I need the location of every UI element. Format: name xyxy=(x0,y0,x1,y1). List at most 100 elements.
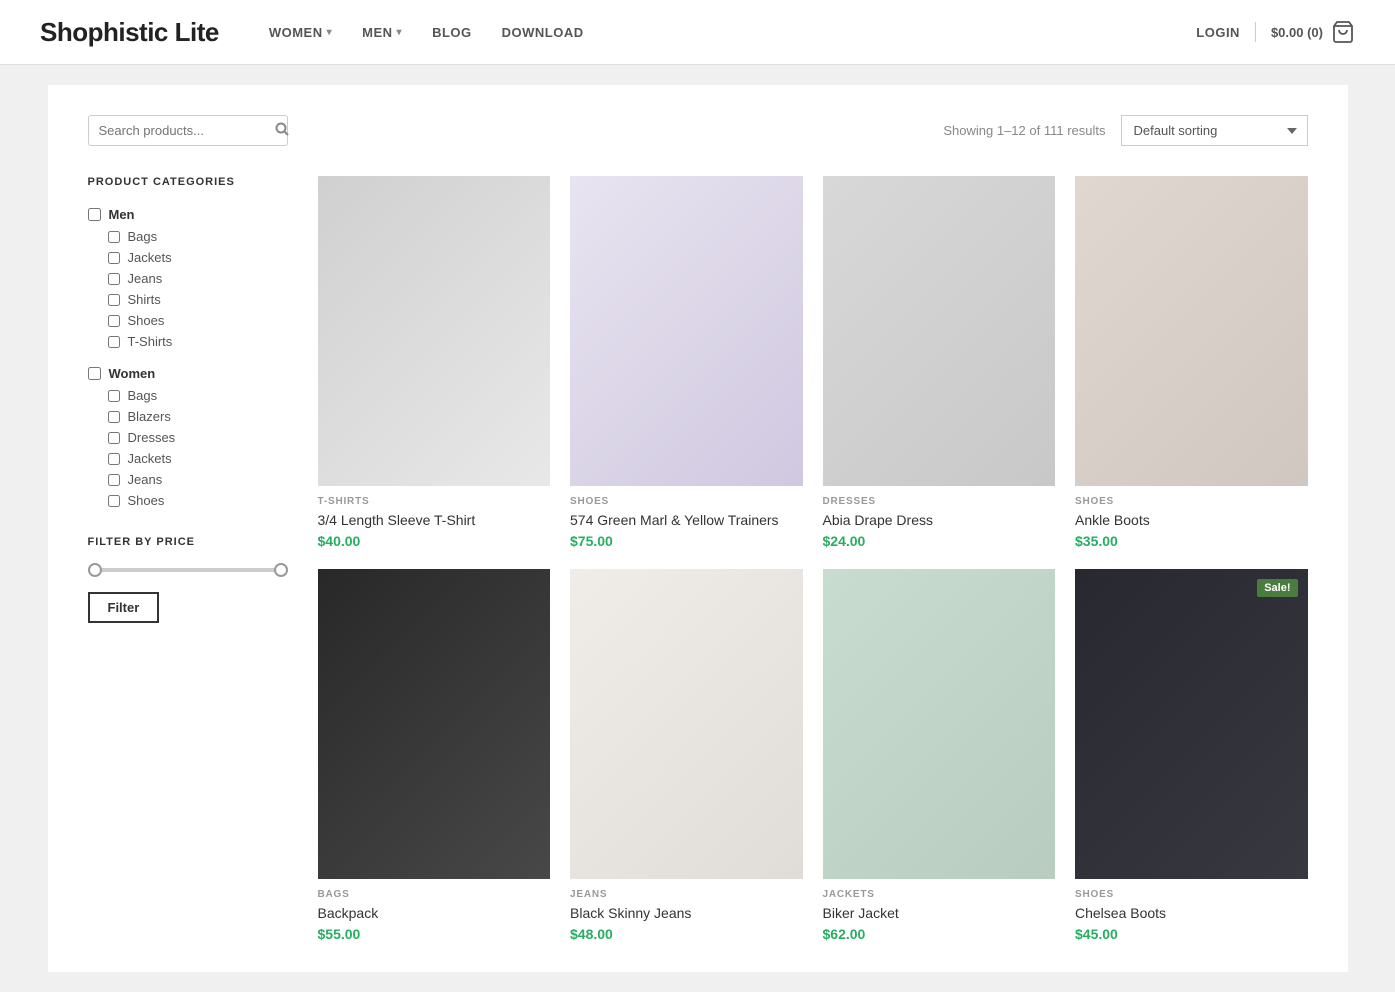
product-category: SHOES xyxy=(1075,889,1308,900)
price-slider-min-thumb[interactable] xyxy=(88,563,102,577)
product-image-placeholder xyxy=(1075,569,1308,879)
women-dropdown-arrow: ▾ xyxy=(327,27,333,38)
subcat-women-jeans-checkbox[interactable] xyxy=(108,474,120,486)
subcat-men-shirts-checkbox[interactable] xyxy=(108,294,120,306)
men-dropdown-arrow: ▾ xyxy=(397,27,403,38)
product-name: Backpack xyxy=(318,904,551,922)
price-slider-fill xyxy=(88,568,288,572)
product-card[interactable]: SHOES 574 Green Marl & Yellow Trainers $… xyxy=(570,176,803,549)
subcat-men-tshirts[interactable]: T-Shirts xyxy=(108,331,288,352)
site-logo[interactable]: Shophistic Lite xyxy=(40,17,219,48)
product-category: SHOES xyxy=(1075,496,1308,507)
subcat-women-blazers-checkbox[interactable] xyxy=(108,411,120,423)
sort-wrapper: Showing 1–12 of 111 results Default sort… xyxy=(943,115,1307,146)
subcat-women-dresses-checkbox[interactable] xyxy=(108,432,120,444)
search-box[interactable] xyxy=(88,115,288,146)
subcat-women-blazers[interactable]: Blazers xyxy=(108,406,288,427)
product-image-placeholder xyxy=(1075,176,1308,486)
subcat-women-jeans[interactable]: Jeans xyxy=(108,469,288,490)
subcat-men-bags[interactable]: Bags xyxy=(108,226,288,247)
main-wrapper: Showing 1–12 of 111 results Default sort… xyxy=(48,85,1348,972)
product-category: JEANS xyxy=(570,889,803,900)
top-bar: Showing 1–12 of 111 results Default sort… xyxy=(88,115,1308,146)
sidebar: PRODUCT CATEGORIES Men Bags Jackets xyxy=(88,176,288,942)
nav-men[interactable]: MEN ▾ xyxy=(362,25,402,40)
product-image-placeholder xyxy=(570,569,803,879)
product-category: SHOES xyxy=(570,496,803,507)
main-nav: WOMEN ▾ MEN ▾ BLOG DOWNLOAD xyxy=(269,25,1196,40)
price-slider-max-thumb[interactable] xyxy=(274,563,288,577)
login-link[interactable]: LOGIN xyxy=(1196,25,1240,40)
subcat-women-jackets-checkbox[interactable] xyxy=(108,453,120,465)
product-name: Abia Drape Dress xyxy=(823,511,1056,529)
subcat-men-bags-checkbox[interactable] xyxy=(108,231,120,243)
product-category: DRESSES xyxy=(823,496,1056,507)
product-image xyxy=(570,176,803,486)
subcat-men-jeans-checkbox[interactable] xyxy=(108,273,120,285)
product-image-placeholder xyxy=(823,176,1056,486)
product-image-placeholder xyxy=(823,569,1056,879)
product-card[interactable]: JEANS Black Skinny Jeans $48.00 xyxy=(570,569,803,942)
filter-section: FILTER BY PRICE Filter xyxy=(88,536,288,623)
subcat-women-shoes-checkbox[interactable] xyxy=(108,495,120,507)
nav-women[interactable]: WOMEN ▾ xyxy=(269,25,332,40)
product-image-placeholder xyxy=(318,569,551,879)
header-right: LOGIN $0.00 (0) xyxy=(1196,20,1355,44)
subcat-women-bags-checkbox[interactable] xyxy=(108,390,120,402)
product-card[interactable]: BAGS Backpack $55.00 xyxy=(318,569,551,942)
product-grid: T-SHIRTS 3/4 Length Sleeve T-Shirt $40.0… xyxy=(318,176,1308,942)
search-button[interactable] xyxy=(275,122,289,139)
category-men[interactable]: Men xyxy=(88,203,288,226)
product-image xyxy=(823,569,1056,879)
product-image xyxy=(1075,176,1308,486)
product-card[interactable]: T-SHIRTS 3/4 Length Sleeve T-Shirt $40.0… xyxy=(318,176,551,549)
subcat-women-shoes[interactable]: Shoes xyxy=(108,490,288,511)
product-card[interactable]: JACKETS Biker Jacket $62.00 xyxy=(823,569,1056,942)
category-women[interactable]: Women xyxy=(88,362,288,385)
product-card[interactable]: SHOES Ankle Boots $35.00 xyxy=(1075,176,1308,549)
men-subcategories: Bags Jackets Jeans Shirts xyxy=(88,226,288,352)
product-name: Chelsea Boots xyxy=(1075,904,1308,922)
product-category: T-SHIRTS xyxy=(318,496,551,507)
subcat-men-jeans[interactable]: Jeans xyxy=(108,268,288,289)
product-price: $45.00 xyxy=(1075,926,1308,942)
product-image xyxy=(823,176,1056,486)
product-image: Sale! xyxy=(1075,569,1308,879)
subcat-men-shoes-checkbox[interactable] xyxy=(108,315,120,327)
product-image xyxy=(318,569,551,879)
product-card[interactable]: DRESSES Abia Drape Dress $24.00 xyxy=(823,176,1056,549)
product-card[interactable]: Sale! SHOES Chelsea Boots $45.00 xyxy=(1075,569,1308,942)
subcat-women-bags[interactable]: Bags xyxy=(108,385,288,406)
product-image xyxy=(318,176,551,486)
search-input[interactable] xyxy=(99,123,275,138)
filter-title: FILTER BY PRICE xyxy=(88,536,288,548)
subcat-men-jackets[interactable]: Jackets xyxy=(108,247,288,268)
cart-amount: $0.00 (0) xyxy=(1271,25,1323,40)
nav-blog[interactable]: BLOG xyxy=(432,25,472,40)
subcat-men-tshirts-checkbox[interactable] xyxy=(108,336,120,348)
product-name: 3/4 Length Sleeve T-Shirt xyxy=(318,511,551,529)
filter-button[interactable]: Filter xyxy=(88,592,160,623)
cart-button[interactable]: $0.00 (0) xyxy=(1271,20,1355,44)
price-slider xyxy=(88,568,288,572)
categories-title: PRODUCT CATEGORIES xyxy=(88,176,288,188)
subcat-men-shirts[interactable]: Shirts xyxy=(108,289,288,310)
site-header: Shophistic Lite WOMEN ▾ MEN ▾ BLOG DOWNL… xyxy=(0,0,1395,65)
sort-select[interactable]: Default sorting Sort by popularity Sort … xyxy=(1121,115,1308,146)
subcat-men-jackets-checkbox[interactable] xyxy=(108,252,120,264)
product-price: $40.00 xyxy=(318,533,551,549)
product-name: Ankle Boots xyxy=(1075,511,1308,529)
category-men-checkbox[interactable] xyxy=(88,208,101,221)
nav-download[interactable]: DOWNLOAD xyxy=(502,25,584,40)
product-name: 574 Green Marl & Yellow Trainers xyxy=(570,511,803,529)
subcat-women-jackets[interactable]: Jackets xyxy=(108,448,288,469)
header-divider xyxy=(1255,22,1256,42)
product-price: $35.00 xyxy=(1075,533,1308,549)
content-area: PRODUCT CATEGORIES Men Bags Jackets xyxy=(88,176,1308,942)
men-category: Men Bags Jackets Jeans xyxy=(88,203,288,511)
subcat-women-dresses[interactable]: Dresses xyxy=(108,427,288,448)
subcat-men-shoes[interactable]: Shoes xyxy=(108,310,288,331)
cart-icon xyxy=(1331,20,1355,44)
women-subcategories: Bags Blazers Dresses Jackets xyxy=(88,385,288,511)
category-women-checkbox[interactable] xyxy=(88,367,101,380)
